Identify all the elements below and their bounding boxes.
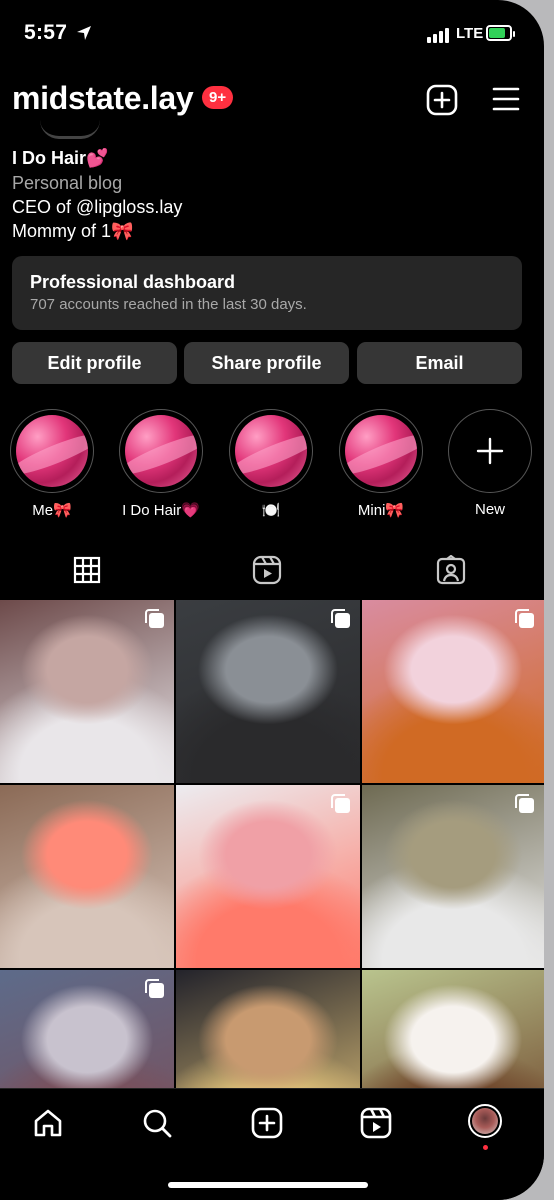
share-profile-button[interactable]: Share profile <box>184 342 349 384</box>
multiple-photos-icon <box>145 979 164 998</box>
email-button[interactable]: Email <box>357 342 522 384</box>
post-thumbnail[interactable] <box>362 785 544 968</box>
profile-tabs <box>0 540 544 601</box>
phone-screen: 5:57 LTE midstate.lay 9+ I Do Hair💕 Pers… <box>0 0 544 1200</box>
reels-icon <box>252 555 282 585</box>
home-indicator[interactable] <box>168 1182 368 1188</box>
location-arrow-icon <box>77 26 91 40</box>
grid-icon <box>73 556 101 584</box>
network-type: LTE <box>456 25 484 42</box>
new-highlight-button[interactable]: New <box>447 409 533 518</box>
highlight-cover <box>10 409 94 493</box>
multiple-photos-icon <box>145 609 164 628</box>
create-post-icon[interactable] <box>426 84 458 116</box>
professional-dashboard[interactable]: Professional dashboard 707 accounts reac… <box>12 256 522 330</box>
avatar-edge <box>40 120 100 139</box>
post-thumbnail[interactable] <box>362 600 544 783</box>
dashboard-title: Professional dashboard <box>30 272 236 292</box>
menu-icon[interactable] <box>492 86 520 112</box>
highlight-label: Mini🎀 <box>357 502 405 519</box>
new-highlight-circle <box>448 409 532 493</box>
create-icon[interactable] <box>251 1107 283 1139</box>
tab-posts[interactable] <box>0 540 174 601</box>
profile-username[interactable]: midstate.lay <box>12 80 194 117</box>
battery-icon <box>486 25 515 41</box>
tab-tagged[interactable] <box>364 540 538 600</box>
bio-line-1[interactable]: CEO of @lipgloss.lay <box>12 195 182 219</box>
multiple-photos-icon <box>331 609 350 628</box>
highlight-i-do-hair[interactable]: I Do Hair💗 <box>118 409 204 519</box>
reels-icon[interactable] <box>360 1107 392 1139</box>
highlight-food[interactable]: 🍽️ <box>228 409 314 519</box>
post-grid <box>0 600 544 1153</box>
highlight-label: 🍽️ <box>261 502 281 519</box>
signal-icon <box>427 27 449 43</box>
post-thumbnail[interactable] <box>176 600 360 783</box>
search-icon[interactable] <box>141 1107 173 1139</box>
home-icon[interactable] <box>32 1107 64 1139</box>
activity-dot <box>483 1145 488 1150</box>
plus-icon <box>476 437 504 465</box>
profile-avatar[interactable] <box>468 1104 502 1138</box>
highlight-me[interactable]: Me🎀 <box>9 409 95 519</box>
post-thumbnail[interactable] <box>0 600 174 783</box>
highlight-cover <box>229 409 313 493</box>
post-thumbnail[interactable] <box>176 785 360 968</box>
multiple-photos-icon <box>515 609 534 628</box>
highlight-cover <box>119 409 203 493</box>
edit-profile-button[interactable]: Edit profile <box>12 342 177 384</box>
status-bar: 5:57 LTE <box>0 0 544 64</box>
dashboard-subtitle: 707 accounts reached in the last 30 days… <box>30 296 307 313</box>
post-thumbnail[interactable] <box>0 785 174 968</box>
highlight-mini[interactable]: Mini🎀 <box>338 409 424 519</box>
highlight-label: New <box>474 501 505 518</box>
notification-badge[interactable]: 9+ <box>202 86 234 109</box>
status-time: 5:57 <box>24 21 68 44</box>
bio-line-2: Mommy of 1🎀 <box>12 221 134 241</box>
highlight-label: Me🎀 <box>32 502 72 519</box>
tab-reels[interactable] <box>180 540 354 600</box>
highlight-cover <box>339 409 423 493</box>
highlight-label: I Do Hair💗 <box>122 502 200 519</box>
multiple-photos-icon <box>515 794 534 813</box>
multiple-photos-icon <box>331 794 350 813</box>
profile-name: I Do Hair💕 <box>12 148 109 168</box>
tagged-icon <box>436 555 466 585</box>
profile-category: Personal blog <box>12 173 123 193</box>
